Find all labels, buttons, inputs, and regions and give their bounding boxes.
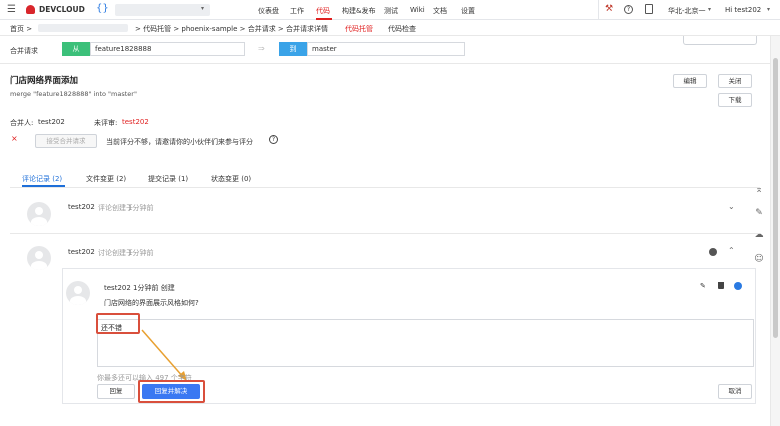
- reviewer-label: 未评审:: [94, 119, 118, 127]
- page-title: 门店网络界面添加: [10, 76, 79, 86]
- comment-author: test202: [68, 248, 95, 256]
- close-button[interactable]: 关闭: [718, 74, 752, 88]
- download-button[interactable]: 下载: [718, 93, 752, 107]
- comment-time: 1分钟前: [128, 249, 154, 257]
- reply-header: test202 1分钟前 创建: [104, 284, 175, 292]
- menu-icon[interactable]: ☰: [7, 4, 16, 15]
- target-branch-field[interactable]: master: [307, 42, 465, 56]
- chevron-down-icon: ▾: [767, 6, 771, 13]
- avatar: [66, 281, 90, 305]
- nav-code[interactable]: 代码: [316, 6, 330, 16]
- help-icon[interactable]: ?: [624, 5, 633, 14]
- from-badge: 从: [62, 42, 90, 56]
- merge-request-label: 合并请求: [10, 47, 38, 55]
- breadcrumb-project[interactable]: [38, 24, 128, 32]
- nav-wiki[interactable]: Wiki: [410, 6, 425, 14]
- chevron-down-icon: ▾: [201, 5, 205, 12]
- highlight-box: [96, 313, 140, 334]
- collapse-up-icon[interactable]: ⌅: [752, 183, 766, 197]
- to-badge: 到: [279, 42, 307, 56]
- divider: [598, 0, 599, 20]
- trash-icon[interactable]: [718, 282, 724, 289]
- source-branch-field[interactable]: feature1828888: [90, 42, 245, 56]
- highlight-box: [138, 380, 205, 403]
- chat-icon[interactable]: ☺: [752, 252, 766, 266]
- huawei-logo-icon: [26, 5, 35, 14]
- tools-icon[interactable]: ⚒: [605, 4, 613, 14]
- brand-name[interactable]: DEVCLOUD: [39, 5, 85, 14]
- reply-button[interactable]: 回复: [97, 384, 135, 399]
- scrollbar-thumb[interactable]: [773, 58, 778, 338]
- chevron-up-icon[interactable]: ⌃: [728, 246, 735, 255]
- tab-code-check[interactable]: 代码检查: [388, 24, 416, 34]
- breadcrumb-home[interactable]: 首页 >: [10, 24, 32, 34]
- resolve-status-icon[interactable]: [709, 248, 717, 256]
- avatar: [27, 246, 51, 270]
- nav-dashboard[interactable]: 仪表盘: [258, 6, 279, 16]
- nav-docs[interactable]: 文档: [433, 6, 447, 16]
- help-icon[interactable]: ?: [269, 135, 278, 144]
- breadcrumb-path[interactable]: > 代码托管 > phoenix-sample > 合并请求 > 合并请求详情: [135, 24, 328, 34]
- comment-time: 1分钟前: [128, 204, 154, 212]
- divider: [10, 187, 760, 188]
- nav-test[interactable]: 测试: [384, 6, 398, 16]
- status-icon[interactable]: [734, 282, 742, 290]
- project-selector[interactable]: [115, 4, 210, 16]
- document-icon[interactable]: [645, 4, 653, 14]
- close-icon: ×: [11, 134, 18, 143]
- region-selector[interactable]: 华北-北京一: [668, 6, 706, 16]
- accept-merge-button[interactable]: 接受合并请求: [35, 134, 97, 148]
- arrow-right-icon: ⇒: [258, 44, 265, 53]
- edit-button[interactable]: 编辑: [673, 74, 707, 88]
- cloud-icon[interactable]: ☁: [752, 228, 766, 242]
- merge-subtitle: merge "feature1828888" into "master": [10, 90, 137, 98]
- nav-work[interactable]: 工作: [290, 6, 304, 16]
- merger-name: test202: [38, 118, 65, 126]
- discussion-question: 门店网络的界面展示风格如何?: [104, 299, 199, 307]
- merge-bar-action-button[interactable]: [683, 36, 757, 45]
- cancel-button[interactable]: 取消: [718, 384, 752, 399]
- nav-settings[interactable]: 设置: [461, 6, 475, 16]
- nav-build-release[interactable]: 构建&发布: [342, 6, 375, 16]
- tab-file-changes[interactable]: 文件变更 (2): [86, 174, 126, 184]
- divider: [0, 63, 770, 64]
- score-notice: 当前评分不够，请邀请你的小伙伴们来参与评分: [106, 138, 253, 146]
- edit-note-icon[interactable]: ✎: [752, 206, 766, 220]
- merger-label: 合并人:: [10, 119, 34, 127]
- tab-code-hosting[interactable]: 代码托管: [345, 24, 373, 34]
- comment-author: test202: [68, 203, 95, 211]
- tab-status-changes[interactable]: 状态变更 (0): [211, 174, 251, 184]
- user-menu[interactable]: Hi test202: [725, 6, 761, 14]
- edit-icon[interactable]: ✎: [700, 282, 706, 290]
- reviewer-name: test202: [122, 118, 149, 126]
- chevron-down-icon: ▾: [708, 6, 712, 13]
- divider: [10, 233, 760, 234]
- tab-commits[interactable]: 提交记录 (1): [148, 174, 188, 184]
- avatar: [27, 202, 51, 226]
- top-bar: ☰ DEVCLOUD {} ▾ 仪表盘 工作 代码 构建&发布 测试 Wiki …: [0, 0, 780, 20]
- tab-comments[interactable]: 评论记录 (2): [22, 174, 62, 184]
- merge-request-detail: 合并请求 从 feature1828888 ⇒ 到 master 门店网络界面添…: [0, 36, 770, 426]
- breadcrumb: 首页 > > 代码托管 > phoenix-sample > 合并请求 > 合并…: [0, 20, 780, 36]
- chevron-down-icon[interactable]: ⌄: [728, 202, 735, 211]
- code-icon: {}: [96, 3, 109, 14]
